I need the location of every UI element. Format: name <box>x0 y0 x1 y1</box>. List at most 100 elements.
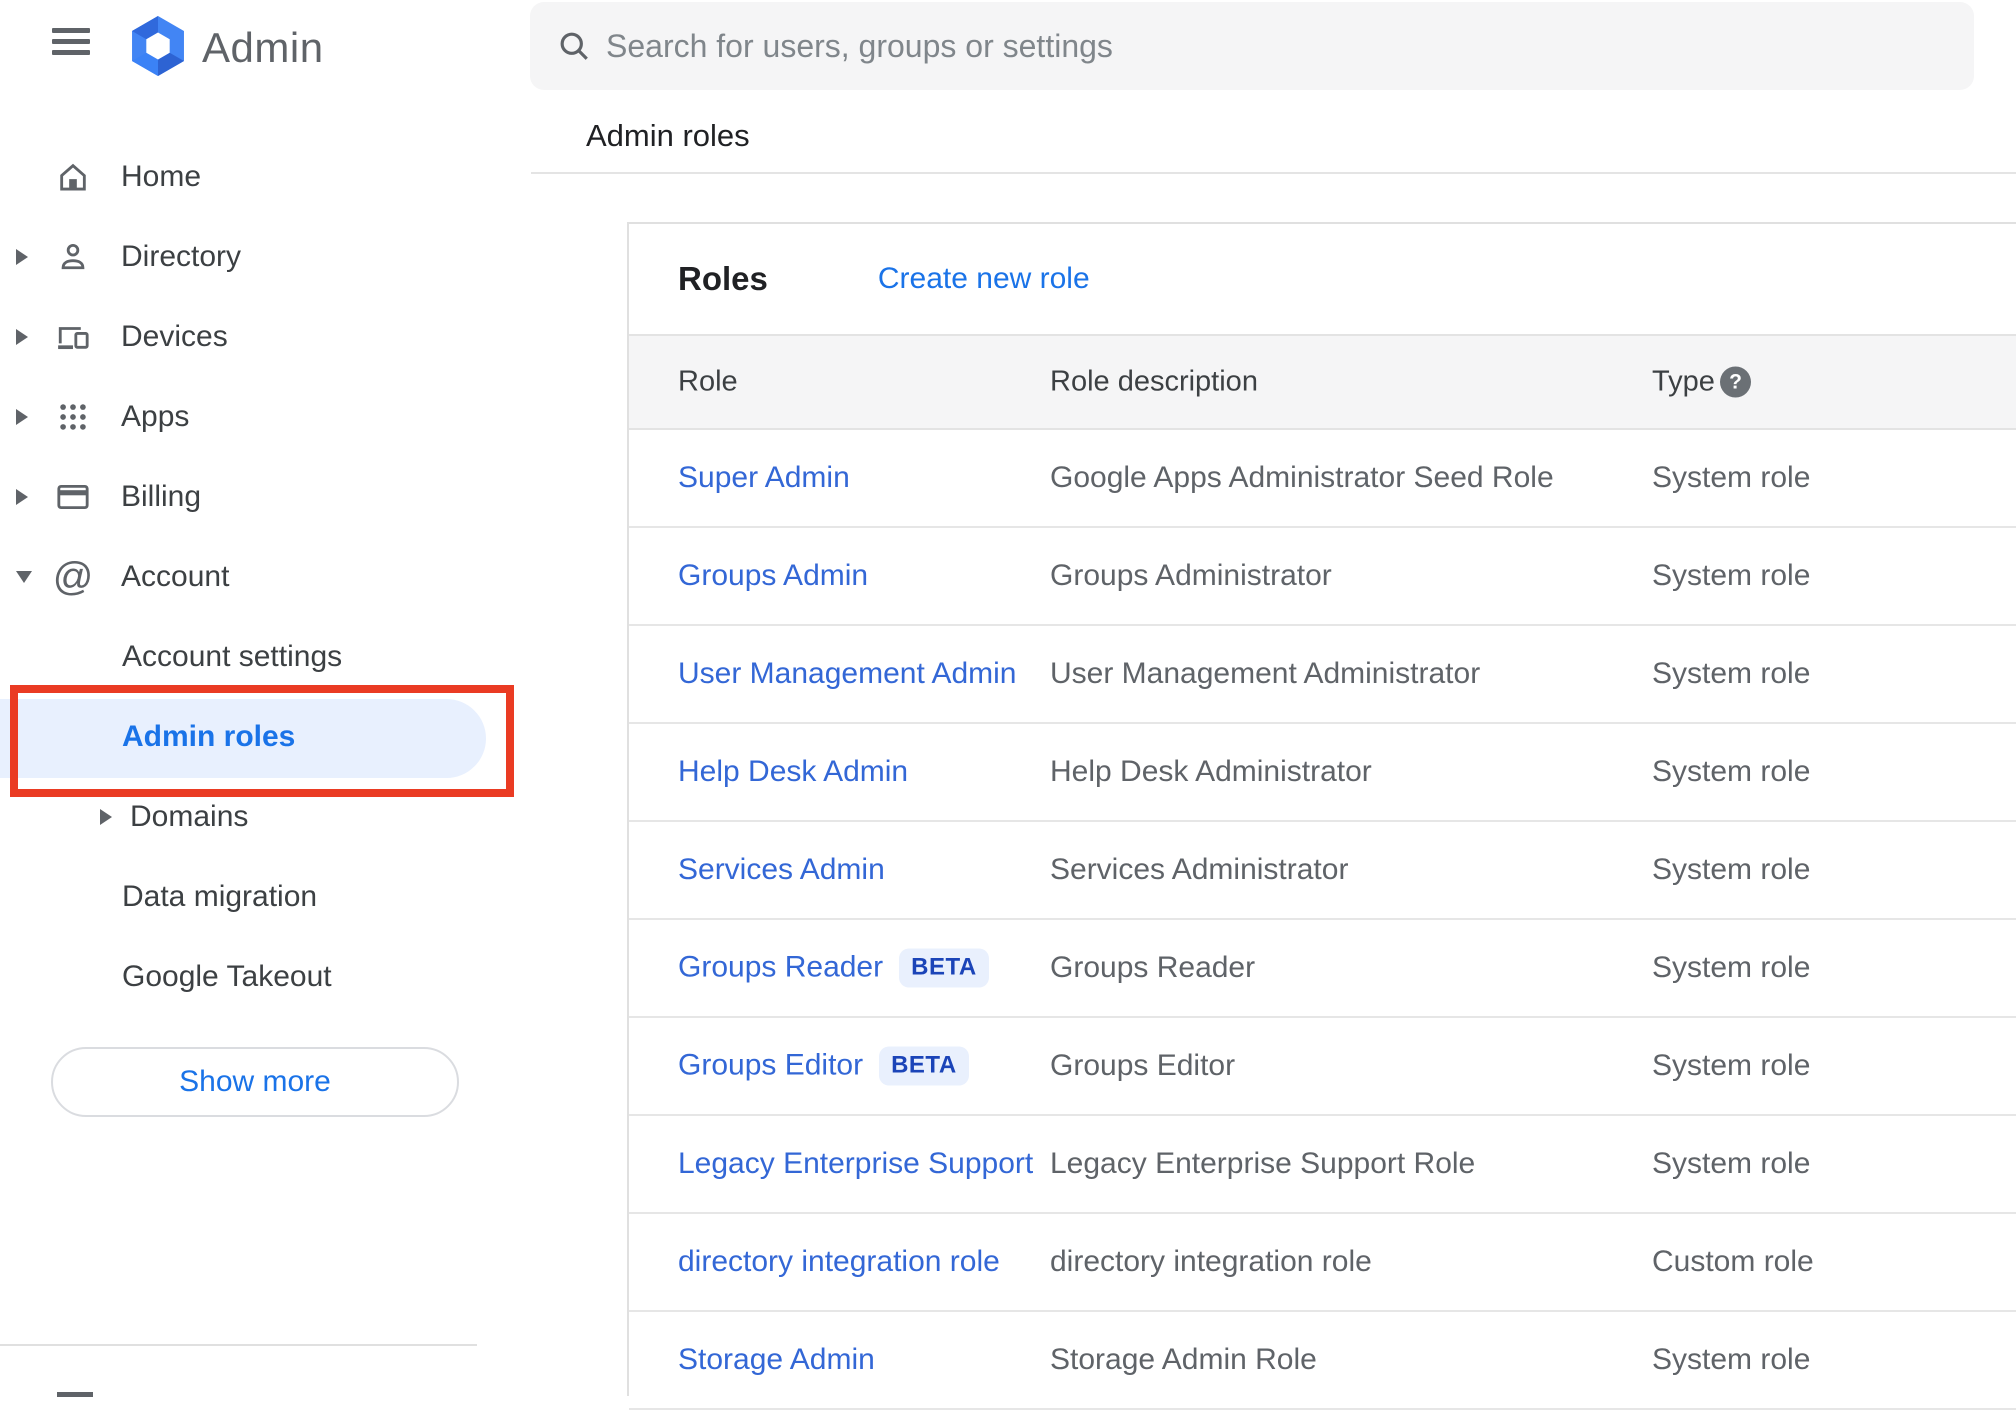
role-type: System role <box>1652 1343 1811 1376</box>
role-description: Help Desk Administrator <box>1050 755 1372 788</box>
role-link[interactable]: Legacy Enterprise Support <box>678 1147 1033 1180</box>
roles-table-body: Super Admin Google Apps Administrator See… <box>629 430 2016 1410</box>
role-cell: Services Admin <box>678 853 885 887</box>
role-cell: User Management Admin <box>678 657 1017 691</box>
role-link[interactable]: Super Admin <box>678 461 850 494</box>
role-link[interactable]: Groups Admin <box>678 559 868 592</box>
sidebar-item-admin-roles[interactable]: Admin roles <box>0 697 530 777</box>
sidebar-item-billing[interactable]: Billing <box>0 457 530 537</box>
hamburger-menu-icon[interactable] <box>52 28 90 55</box>
sidebar: Admin Home Directory Devices Apps Billin… <box>0 0 530 1397</box>
sidebar-item-label: Account <box>121 560 230 593</box>
role-cell: Groups Reader BETA <box>678 948 989 988</box>
expand-caret-icon[interactable] <box>16 329 28 345</box>
role-type: System role <box>1652 755 1811 788</box>
role-description: Legacy Enterprise Support Role <box>1050 1147 1476 1180</box>
sidebar-item-account-settings[interactable]: Account settings <box>0 617 530 697</box>
devices-icon <box>55 319 91 355</box>
role-link[interactable]: Services Admin <box>678 853 885 886</box>
sidebar-item-label: Apps <box>121 400 190 433</box>
sidebar-item-label: Domains <box>130 800 249 833</box>
search-icon <box>560 32 588 60</box>
table-row: Groups Admin Groups Administrator System r… <box>629 528 2016 626</box>
role-cell: Legacy Enterprise Support <box>678 1147 1033 1181</box>
table-row: Legacy Enterprise Support Legacy Enterpri… <box>629 1116 2016 1214</box>
search-input[interactable] <box>606 27 1944 65</box>
show-more-button[interactable]: Show more <box>51 1047 459 1117</box>
role-type: System role <box>1652 1049 1811 1082</box>
sidebar-item-devices[interactable]: Devices <box>0 297 530 377</box>
role-type: System role <box>1652 1147 1811 1180</box>
table-row: Super Admin Google Apps Administrator See… <box>629 430 2016 528</box>
collapse-caret-icon[interactable] <box>16 571 32 583</box>
admin-logo-icon <box>132 16 184 76</box>
role-cell: Storage Admin <box>678 1343 875 1377</box>
role-type: System role <box>1652 853 1811 886</box>
home-icon <box>55 159 91 195</box>
sidebar-item-label: Directory <box>121 240 242 273</box>
role-link[interactable]: directory integration role <box>678 1245 1000 1278</box>
role-cell: Groups Admin <box>678 559 868 593</box>
search-bar[interactable] <box>530 2 1974 90</box>
apps-grid-icon <box>55 399 91 435</box>
sidebar-item-domains[interactable]: Domains <box>0 777 530 857</box>
role-description: directory integration role <box>1050 1245 1372 1278</box>
partial-sidebar-icon <box>57 1392 93 1397</box>
help-icon[interactable]: ? <box>1720 366 1751 398</box>
sidebar-item-label: Admin roles <box>122 720 296 753</box>
table-row: Groups Editor BETA Groups Editor System rol… <box>629 1018 2016 1116</box>
sidebar-item-home[interactable]: Home <box>0 137 530 217</box>
table-row: User Management Admin User Management Adm… <box>629 626 2016 724</box>
role-type: System role <box>1652 657 1811 690</box>
role-type: System role <box>1652 461 1811 494</box>
role-description: User Management Administrator <box>1050 657 1481 690</box>
sidebar-item-label: Account settings <box>122 640 343 673</box>
role-type: Custom role <box>1652 1245 1814 1278</box>
role-link[interactable]: Groups Editor <box>678 1049 863 1082</box>
role-description: Groups Reader <box>1050 951 1256 984</box>
roles-card-titlebar: Roles Create new role <box>629 224 2016 334</box>
header-divider <box>531 172 2016 174</box>
column-header-type: Type <box>1652 365 1715 398</box>
column-header-description: Role description <box>1050 365 1258 398</box>
role-description: Services Administrator <box>1050 853 1349 886</box>
role-link[interactable]: Groups Reader <box>678 951 883 984</box>
role-description: Google Apps Administrator Seed Role <box>1050 461 1554 494</box>
role-cell: Super Admin <box>678 461 850 495</box>
role-link[interactable]: Storage Admin <box>678 1343 875 1376</box>
beta-badge: BETA <box>879 1046 969 1086</box>
roles-card-title: Roles <box>678 260 768 297</box>
expand-caret-icon[interactable] <box>16 489 28 505</box>
sidebar-item-label: Google Takeout <box>122 960 332 993</box>
at-sign-icon: @ <box>52 555 94 599</box>
person-icon <box>55 239 91 275</box>
roles-table-header: Role Role description Type ? <box>629 334 2016 430</box>
expand-caret-icon[interactable] <box>100 809 112 825</box>
sidebar-item-google-takeout[interactable]: Google Takeout <box>0 937 530 1017</box>
role-type: System role <box>1652 951 1811 984</box>
page-title: Admin roles <box>586 118 750 153</box>
table-row: directory integration role directory inte… <box>629 1214 2016 1312</box>
sidebar-divider <box>0 1344 477 1346</box>
role-link[interactable]: User Management Admin <box>678 657 1017 690</box>
sidebar-item-data-migration[interactable]: Data migration <box>0 857 530 937</box>
role-cell: Help Desk Admin <box>678 755 908 789</box>
table-row: Storage Admin Storage Admin Role System ro… <box>629 1312 2016 1410</box>
table-row: Groups Reader BETA Groups Reader System rol… <box>629 920 2016 1018</box>
sidebar-item-account[interactable]: @ Account <box>0 537 530 617</box>
table-row: Services Admin Services Administrator Syst… <box>629 822 2016 920</box>
create-new-role-link[interactable]: Create new role <box>878 262 1090 296</box>
role-description: Storage Admin Role <box>1050 1343 1317 1376</box>
expand-caret-icon[interactable] <box>16 409 28 425</box>
beta-badge: BETA <box>899 948 989 988</box>
role-cell: Groups Editor BETA <box>678 1046 969 1086</box>
sidebar-item-label: Home <box>121 160 202 193</box>
role-description: Groups Editor <box>1050 1049 1236 1082</box>
product-title: Admin <box>202 24 324 71</box>
roles-card: Roles Create new role Role Role descript… <box>627 222 2016 1410</box>
sidebar-item-directory[interactable]: Directory <box>0 217 530 297</box>
role-link[interactable]: Help Desk Admin <box>678 755 908 788</box>
sidebar-item-apps[interactable]: Apps <box>0 377 530 457</box>
sidebar-item-label: Billing <box>121 480 202 513</box>
expand-caret-icon[interactable] <box>16 249 28 265</box>
